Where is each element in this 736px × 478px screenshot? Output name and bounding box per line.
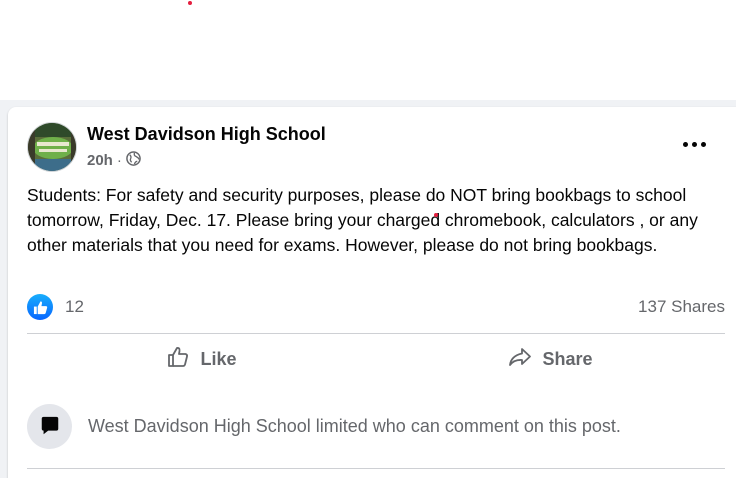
bottom-divider [27,468,725,469]
top-blank-area [0,0,736,100]
post-body: Students: For safety and security purpos… [27,185,698,255]
thumbs-up-icon [166,345,190,374]
meta-separator: · [116,152,122,169]
reactions-bar: 12 137 Shares [27,293,725,321]
more-dot-icon [700,141,706,147]
share-arrow-icon [508,345,532,374]
post-meta: 20h · [87,151,141,170]
more-dot-icon [682,141,688,147]
like-label: Like [200,348,237,369]
cursor-dot [434,213,438,217]
author-name[interactable]: West Davidson High School [87,124,326,145]
comment-limited-notice: West Davidson High School limited who ca… [27,403,725,449]
reaction-summary[interactable]: 12 [27,294,84,320]
like-icon [27,294,53,320]
action-spacer [27,385,725,386]
comment-limited-text: West Davidson High School limited who ca… [88,415,621,436]
action-bar: Like Share [27,333,725,385]
reaction-count: 12 [65,297,84,316]
shares-count[interactable]: 137 Shares [638,297,725,317]
share-button[interactable]: Share [376,333,725,385]
comment-bubble-icon [27,403,72,449]
more-options-button[interactable] [676,130,712,158]
notification-dot [188,1,192,5]
avatar-image [28,123,76,171]
post-time[interactable]: 20h [87,152,113,169]
more-dot-icon [691,141,697,147]
share-label: Share [542,348,593,369]
author-avatar[interactable] [27,122,77,172]
globe-icon [126,151,141,170]
post-card: West Davidson High School 20h · Students… [8,107,736,478]
like-button[interactable]: Like [27,333,376,385]
